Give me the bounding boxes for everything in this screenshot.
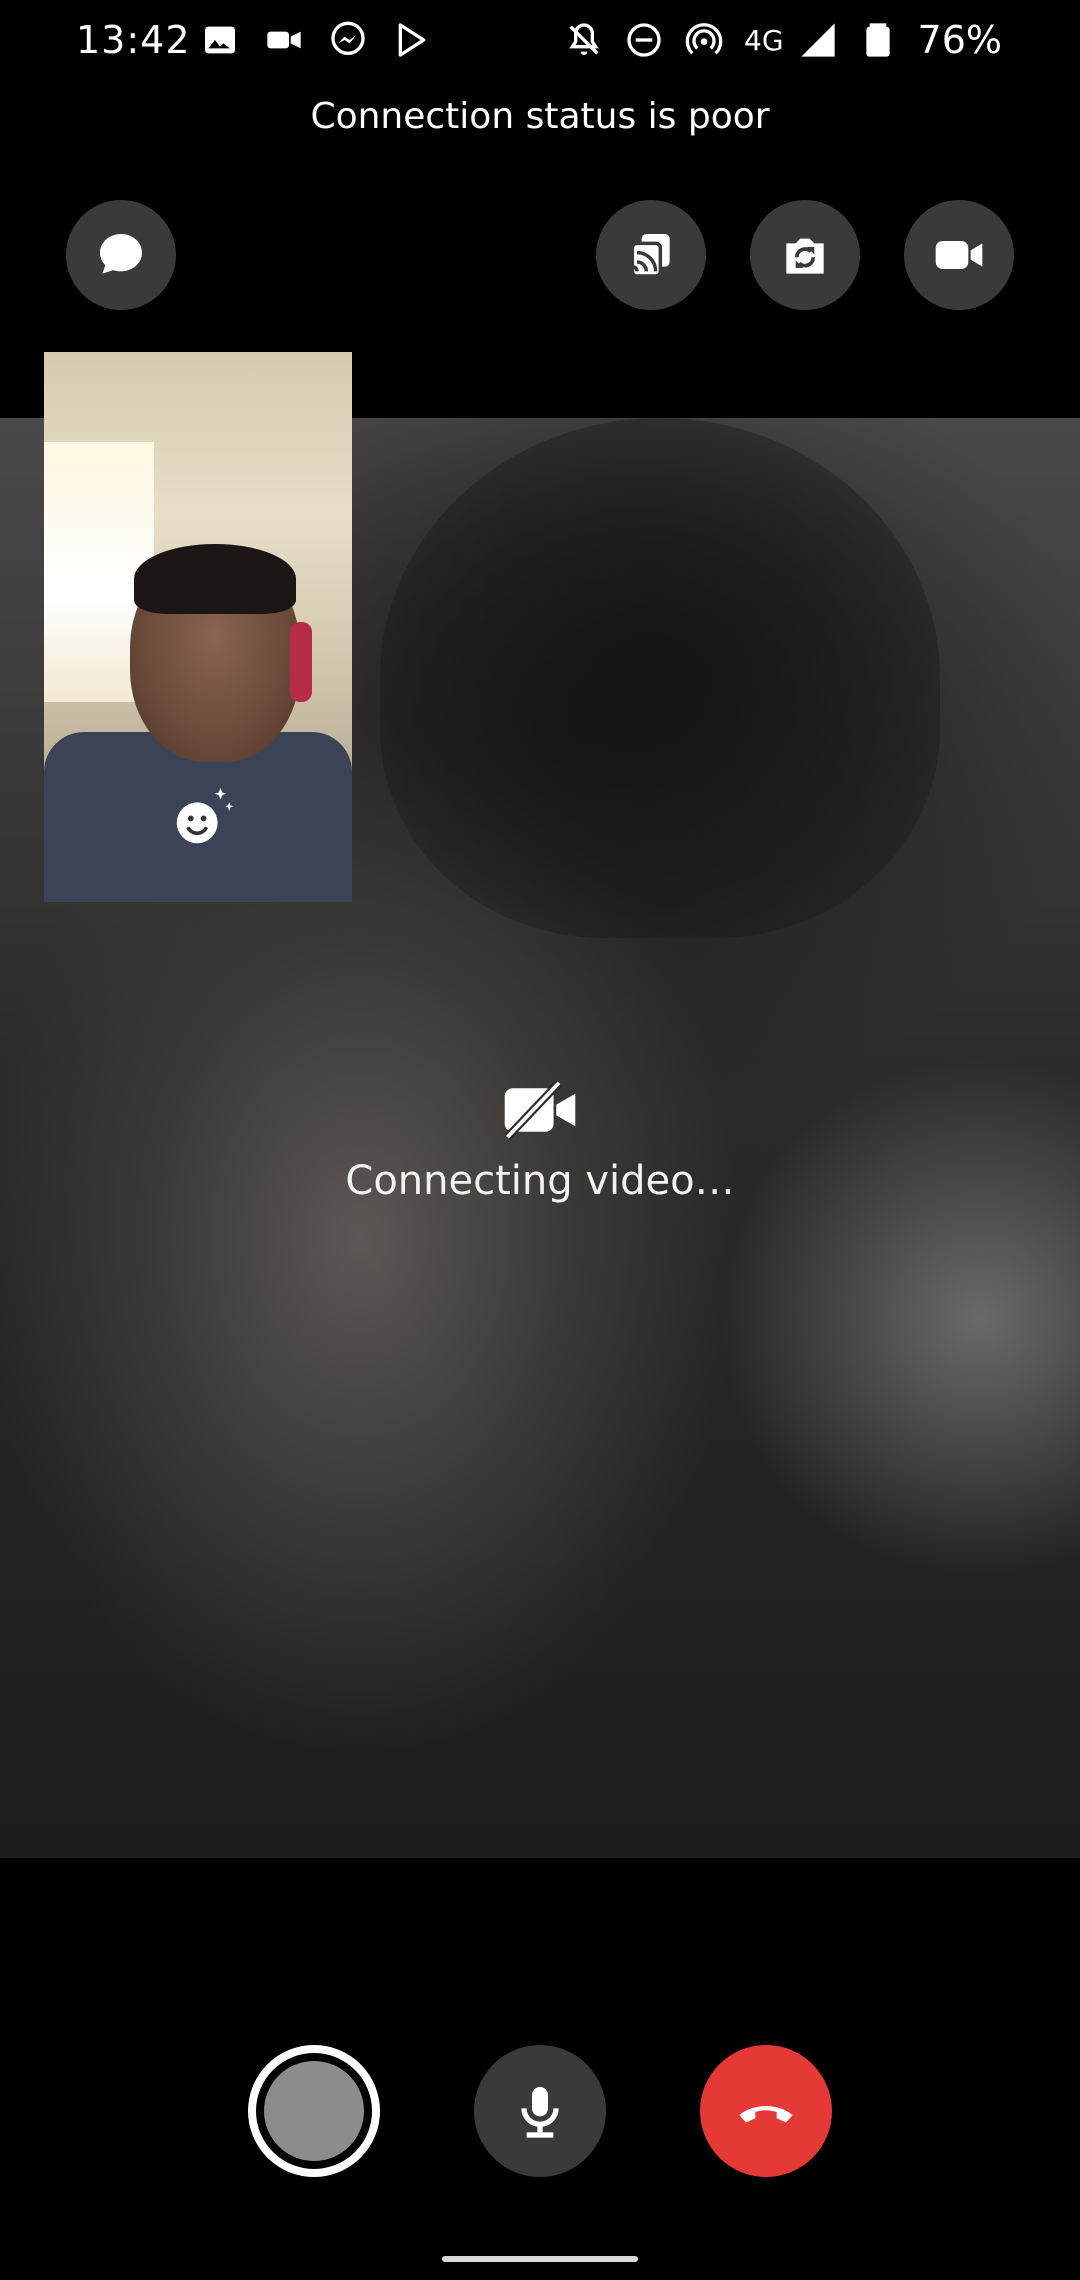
chat-bubble-icon — [100, 234, 142, 274]
notifications-off-icon — [569, 23, 599, 55]
battery-icon — [865, 23, 890, 57]
image-icon — [205, 26, 235, 54]
remote-video-blur — [380, 418, 940, 938]
flip-camera-icon — [786, 238, 824, 274]
signal-icon — [800, 23, 835, 57]
cast-button[interactable] — [596, 200, 706, 310]
video-call-screen: 13:42 4G 76% Connection status is poor C… — [0, 0, 1080, 2280]
connection-status: Connection status is poor — [310, 96, 770, 137]
chat-button[interactable] — [66, 200, 176, 310]
capture-icon — [264, 2061, 364, 2161]
battery-level: 76% — [917, 18, 1002, 62]
hotspot-icon — [685, 23, 723, 55]
status-right-icons: 4G 76% — [564, 18, 1002, 62]
microphone-icon — [521, 2087, 559, 2138]
status-time: 13:42 — [76, 18, 191, 62]
video-status-text: Connecting video… — [345, 1158, 735, 1204]
self-preview[interactable] — [44, 352, 352, 902]
network-type: 4G — [744, 23, 784, 57]
end-call-button[interactable] — [700, 2045, 832, 2177]
home-indicator[interactable] — [442, 2256, 638, 2262]
video-toggle-button[interactable] — [904, 200, 1014, 310]
end-call-icon — [739, 2106, 793, 2123]
self-preview-headphone — [290, 622, 312, 702]
video-off-icon — [504, 1080, 576, 1140]
video-camera-icon — [267, 31, 301, 49]
cast-icon — [630, 234, 670, 278]
status-left-icons — [200, 20, 432, 60]
messenger-icon — [331, 21, 365, 55]
flip-camera-button[interactable] — [750, 200, 860, 310]
mute-button[interactable] — [474, 2045, 606, 2177]
effects-smiley-icon[interactable] — [168, 782, 238, 852]
play-store-icon — [398, 23, 426, 57]
do-not-disturb-icon — [627, 23, 661, 57]
video-camera-icon — [935, 241, 983, 269]
status-bar: 13:42 4G 76% — [0, 0, 1080, 88]
self-preview-hair — [134, 544, 296, 614]
capture-button[interactable] — [248, 2045, 380, 2177]
